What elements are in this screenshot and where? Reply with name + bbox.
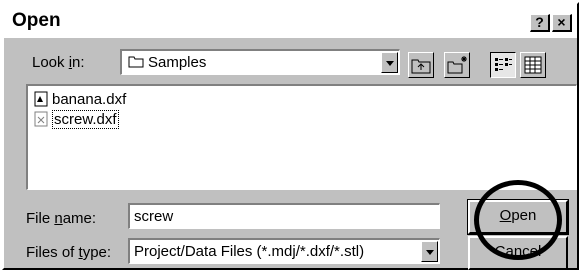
list-view-button[interactable] — [490, 52, 516, 78]
folder-icon — [128, 54, 144, 73]
new-folder-button[interactable] — [444, 52, 470, 78]
file-name-text: banana.dxf — [52, 90, 127, 108]
up-folder-button[interactable] — [408, 52, 434, 78]
close-button[interactable]: × — [552, 14, 572, 32]
file-name-label: File name: — [26, 210, 97, 227]
file-name-input[interactable]: screw — [128, 203, 440, 229]
chevron-down-icon[interactable] — [421, 241, 438, 262]
cancel-button[interactable]: Cancel — [468, 236, 568, 270]
chevron-down-icon[interactable] — [381, 52, 398, 73]
details-view-button[interactable] — [520, 52, 546, 78]
folder-up-icon — [411, 59, 431, 74]
dxf-file-icon — [34, 91, 48, 107]
new-folder-icon — [447, 56, 467, 74]
title-bar: Open ? × — [4, 4, 577, 38]
dialog-title: Open — [12, 10, 61, 31]
open-dialog: Open ? × Look in: Samples banana.dxf scr… — [2, 2, 579, 270]
look-in-combo[interactable]: Samples — [120, 49, 400, 75]
file-list[interactable]: banana.dxf screw.dxf — [26, 84, 577, 190]
file-name-value: screw — [134, 208, 174, 225]
details-view-icon — [524, 56, 542, 74]
file-type-combo[interactable]: Project/Data Files (*.mdj/*.dxf/*.stl) — [128, 238, 440, 264]
file-type-value: Project/Data Files (*.mdj/*.dxf/*.stl) — [134, 243, 365, 260]
dxf-file-icon — [34, 111, 48, 127]
look-in-value: Samples — [148, 54, 207, 71]
file-name-text: screw.dxf — [52, 109, 119, 129]
open-button[interactable]: Open — [467, 199, 569, 235]
help-button[interactable]: ? — [530, 14, 550, 32]
look-in-label: Look in: — [32, 54, 85, 71]
file-type-label: Files of type: — [26, 244, 112, 261]
list-item[interactable]: banana.dxf — [34, 90, 126, 108]
list-item[interactable]: screw.dxf — [34, 109, 119, 129]
list-view-icon — [495, 58, 512, 71]
